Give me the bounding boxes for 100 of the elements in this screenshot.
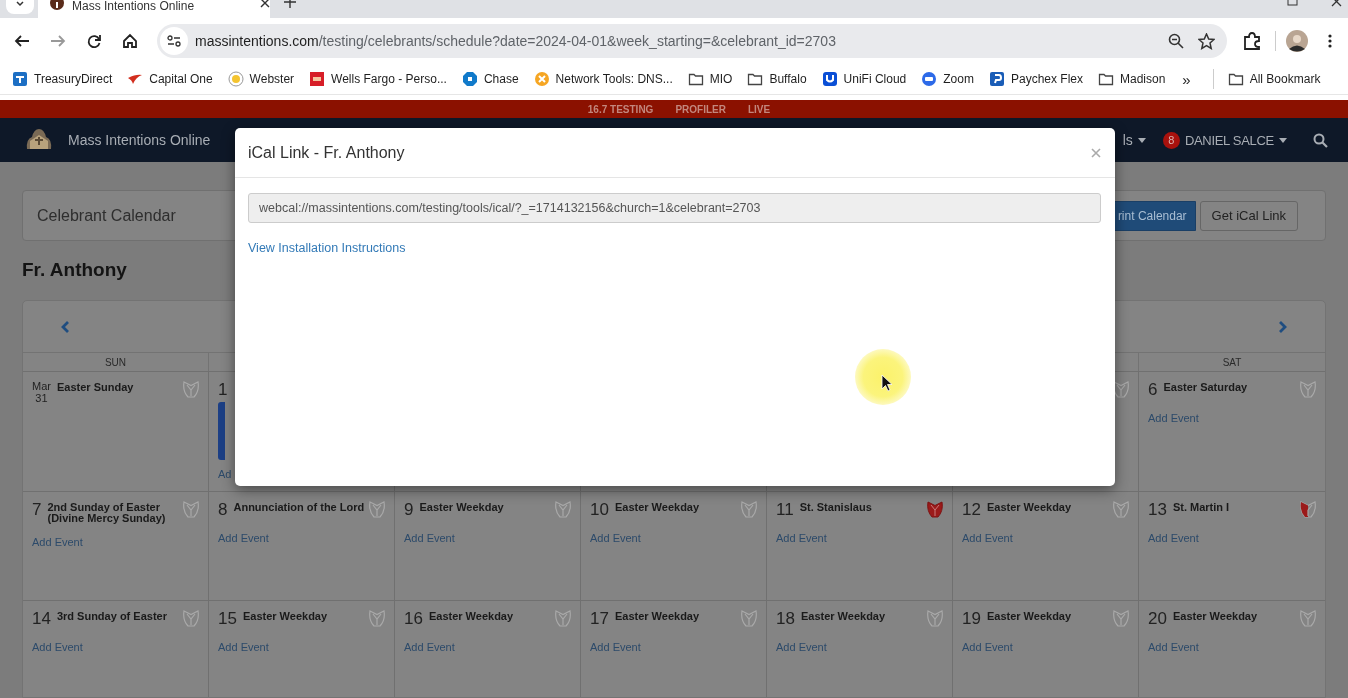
add-event-link[interactable]: Add Event xyxy=(404,641,455,653)
add-event-link[interactable]: Add Event xyxy=(404,532,455,544)
browser-tab[interactable]: Mass Intentions Online xyxy=(38,0,270,18)
bookmark[interactable]: Paychex Flex xyxy=(988,71,1083,87)
add-event-link[interactable]: Add Event xyxy=(590,641,641,653)
feast-title: Easter Weekday xyxy=(242,609,329,622)
date-number: 18 xyxy=(776,609,795,629)
feast-title: Easter Weekday xyxy=(986,500,1073,513)
bookmark[interactable]: Chase xyxy=(461,71,519,87)
add-event-link[interactable]: Add Event xyxy=(32,641,83,653)
add-event-link[interactable]: Ad xyxy=(218,468,232,480)
square-logo-icon xyxy=(309,71,326,87)
date-number: 9 xyxy=(404,500,414,520)
date-number: 17 xyxy=(590,609,609,629)
add-event-link[interactable]: Add Event xyxy=(32,536,83,548)
add-event-link[interactable]: Add Event xyxy=(1148,532,1199,544)
back-icon[interactable] xyxy=(14,33,30,49)
feast-title: Easter Weekday xyxy=(986,609,1073,622)
avatar-icon[interactable] xyxy=(1286,30,1308,52)
feast-title: Annunciation of the Lord xyxy=(233,500,366,513)
add-event-link[interactable]: Add Event xyxy=(962,532,1013,544)
tune-icon xyxy=(167,35,181,47)
add-event-link[interactable]: Add Event xyxy=(776,641,827,653)
address-bar[interactable]: massintentions.com/testing/celebrants/schedule?date=2024-04-01&week_starting=&celebrant_id=2703 xyxy=(157,24,1227,58)
menu-link[interactable]: ls xyxy=(1122,132,1146,148)
close-icon[interactable] xyxy=(260,0,270,8)
home-icon[interactable] xyxy=(122,33,138,49)
add-event-link[interactable]: Add Event xyxy=(1148,412,1199,424)
caret-icon xyxy=(1279,137,1287,143)
weekday-header: SUN xyxy=(23,352,209,371)
caret-icon xyxy=(1137,137,1146,143)
bookmark[interactable]: MIO xyxy=(687,71,733,87)
bookmark[interactable]: Webster xyxy=(227,71,295,87)
date-number: 13 xyxy=(1148,500,1167,520)
add-event-link[interactable]: Add Event xyxy=(218,532,269,544)
bookmark[interactable]: UniFi Cloud xyxy=(821,71,907,87)
date-number: 8 xyxy=(218,500,228,520)
add-event-link[interactable]: Add Event xyxy=(962,641,1013,653)
modal-title: iCal Link - Fr. Anthony xyxy=(248,143,406,162)
folder-icon xyxy=(747,71,764,87)
date-number: 10 xyxy=(590,500,609,520)
feast-title: St. Martin I xyxy=(1172,500,1231,513)
tab-title: Mass Intentions Online xyxy=(72,0,196,12)
cursor-highlight-icon xyxy=(855,349,911,405)
url-field[interactable]: webcal://massintentions.com/testing/tools/ical/?_=1714132156&church=1&celebrant=2703 xyxy=(248,193,1101,223)
date-number: 16 xyxy=(404,609,423,629)
bookmark[interactable]: TreasuryDirect xyxy=(12,71,113,87)
folder-icon xyxy=(1227,71,1244,87)
search-icon[interactable] xyxy=(1313,132,1328,148)
octagon-logo-icon xyxy=(461,71,478,87)
bookmark[interactable]: Madison xyxy=(1098,71,1166,87)
tab-search-button[interactable] xyxy=(6,0,34,14)
plus-icon[interactable] xyxy=(284,0,296,8)
bookmark[interactable]: Capital One xyxy=(127,71,213,87)
date-number: 1 xyxy=(218,380,228,400)
environment-link[interactable]: 16.7 TESTING xyxy=(587,103,654,115)
environment-link[interactable]: PROFILER xyxy=(675,103,726,115)
page-title: Celebrant Calendar xyxy=(37,206,176,225)
bookmark[interactable]: Buffalo xyxy=(747,71,807,87)
feast-title: 3rd Sunday of Easter xyxy=(56,609,168,622)
zoom-icon[interactable] xyxy=(1168,33,1184,49)
reload-icon[interactable] xyxy=(86,33,102,49)
environment-link[interactable]: LIVE xyxy=(747,103,771,115)
add-event-link[interactable]: Add Event xyxy=(1148,641,1199,653)
bookmark[interactable]: Zoom xyxy=(921,71,974,87)
circle-logo-icon xyxy=(227,71,244,87)
puzzle-icon[interactable] xyxy=(1243,32,1261,50)
feast-title: Easter Weekday xyxy=(419,500,505,513)
installation-instructions-link[interactable]: View Installation Instructions xyxy=(248,241,406,255)
site-info-button[interactable] xyxy=(160,27,188,55)
more-bookmarks-button[interactable]: » xyxy=(1182,70,1191,88)
add-event-link[interactable]: Add Event xyxy=(590,532,641,544)
user-menu[interactable]: DANIEL SALCE xyxy=(1184,132,1287,148)
bookmark[interactable]: Network Tools: DNS... xyxy=(533,71,673,87)
add-event-link[interactable]: Add Event xyxy=(776,532,827,544)
feast-title: Easter Weekday xyxy=(614,500,701,513)
folder-icon xyxy=(1098,71,1114,87)
square-logo-icon xyxy=(988,71,1005,87)
get-ical-link-button[interactable]: Get iCal Link xyxy=(1199,200,1298,231)
date-number: 6 xyxy=(1148,380,1158,400)
forward-icon[interactable] xyxy=(50,33,66,49)
menu-icon[interactable] xyxy=(1327,33,1333,49)
star-icon[interactable] xyxy=(1198,32,1215,50)
notification-badge[interactable]: 8 xyxy=(1162,131,1180,149)
feast-title: Easter Weekday xyxy=(428,609,515,622)
feast-title: Easter Weekday xyxy=(1172,609,1259,622)
date-number: 14 xyxy=(32,609,51,629)
date-number: 15 xyxy=(218,609,237,629)
bookmark[interactable]: All Bookmark xyxy=(1227,71,1321,87)
site-brand[interactable]: Mass Intentions Online xyxy=(68,132,211,148)
bookmark[interactable]: Wells Fargo - Perso... xyxy=(309,71,447,87)
feast-title: Easter Weekday xyxy=(800,609,887,622)
square-logo-icon xyxy=(821,71,838,87)
square-logo-icon xyxy=(12,71,28,87)
feast-title: 2nd Sunday of Easter (Divine Mercy Sunday) xyxy=(47,500,167,524)
feast-title: Easter Sunday xyxy=(56,380,135,393)
date-number: 7 xyxy=(32,500,42,520)
feast-title: Easter Weekday xyxy=(614,609,701,622)
add-event-link[interactable]: Add Event xyxy=(218,641,269,653)
feast-title: Easter Saturday xyxy=(1163,380,1249,393)
